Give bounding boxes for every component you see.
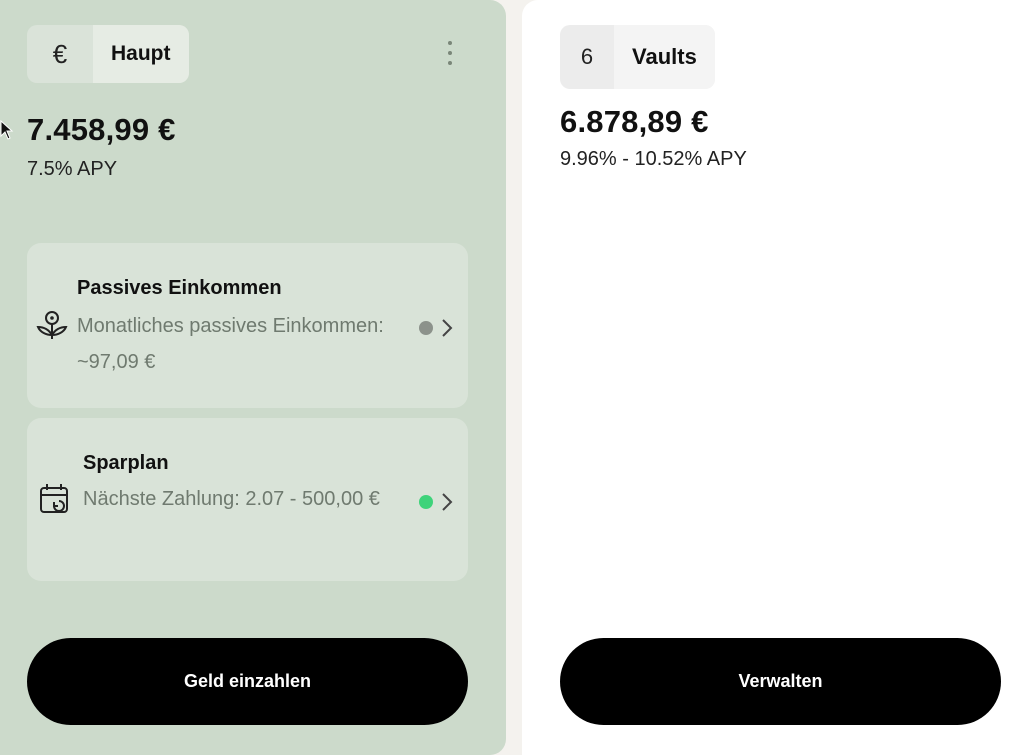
status-dot <box>419 321 433 335</box>
vaults-label: Vaults <box>614 25 715 89</box>
vault-count: 6 <box>580 44 594 69</box>
savings-plan-card[interactable]: Sparplan Nächste Zahlung: 2.07 - 500,00 … <box>27 418 468 581</box>
vaults-apy: 9.96% - 10.52% APY <box>560 148 747 170</box>
mouse-cursor-icon <box>0 120 14 140</box>
euro-icon: € <box>52 38 68 69</box>
more-options-icon[interactable] <box>440 38 460 68</box>
card-title: Passives Einkommen <box>77 277 282 299</box>
flower-coin-icon <box>36 311 68 339</box>
vaults-tag[interactable]: 6 Vaults <box>560 25 715 89</box>
chevron-right-icon <box>442 319 453 337</box>
vaults-balance: 6.878,89 € <box>560 104 709 139</box>
main-apy: 7.5% APY <box>27 158 118 180</box>
deposit-button[interactable]: Geld einzahlen <box>27 638 468 725</box>
card-subtitle: Nächste Zahlung: 2.07 - 500,00 € <box>83 488 380 510</box>
card-subtitle: Monatliches passives Einkommen: ~97,09 € <box>77 315 384 373</box>
account-name: Haupt <box>93 25 189 83</box>
calendar-repeat-icon <box>40 484 68 513</box>
status-dot <box>419 495 433 509</box>
passive-income-card[interactable]: Passives Einkommen Monatliches passives … <box>27 243 468 408</box>
chevron-right-icon <box>442 493 453 511</box>
card-title: Sparplan <box>83 452 169 474</box>
account-tag[interactable]: € Haupt <box>27 25 189 83</box>
manage-button[interactable]: Verwalten <box>560 638 1001 725</box>
main-balance: 7.458,99 € <box>27 112 176 147</box>
